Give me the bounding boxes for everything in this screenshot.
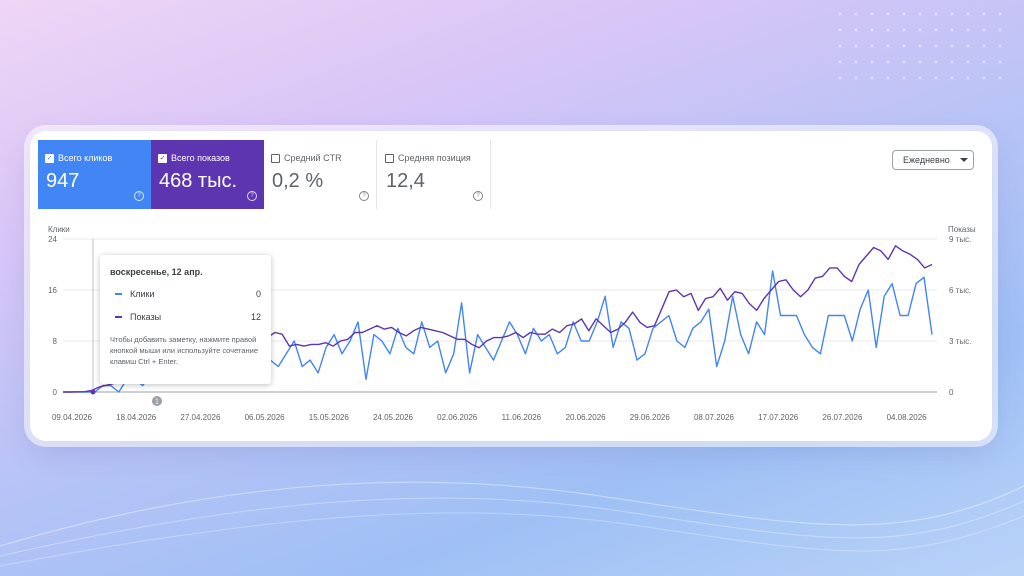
y-tick-left: 8 [53,337,58,346]
tooltip-row-label: Показы [130,312,162,322]
tooltip-row-impressions: Показы 12 [115,312,261,322]
x-tick: 27.04.2026 [180,413,221,422]
x-tick: 02.06.2026 [437,413,478,422]
tooltip-row-value: 0 [255,289,261,299]
x-tick: 20.06.2026 [566,413,607,422]
y-tick-right: 9 тыс. [949,235,971,244]
performance-card: ✓ Всего кликов 947 ? ✓ Всего показов 468… [30,131,992,441]
x-tick: 11.06.2026 [502,413,542,422]
x-tick: 29.06.2026 [630,413,671,422]
y-tick-right: 3 тыс. [949,337,971,346]
chart-tooltip: воскресенье, 12 апр. Клики 0 Показы 12 Ч… [100,255,271,384]
series-swatch [115,316,122,318]
y-tick-left: 24 [48,235,57,244]
x-tick: 09.04.2026 [52,413,93,422]
y-tick-right: 0 [949,388,954,397]
series-swatch [115,293,122,295]
x-tick: 26.07.2026 [822,413,863,422]
tooltip-row-value: 12 [250,312,261,322]
x-tick: 06.05.2026 [245,413,286,422]
tooltip-date: воскресенье, 12 апр. [110,267,203,277]
y-tick-left: 16 [48,286,57,295]
x-axis-ticks: 09.04.2026 18.04.2026 27.04.2026 06.05.2026… [52,413,927,422]
x-tick: 15.05.2026 [309,413,350,422]
y-axis-left-ticks: 24 16 8 0 [48,235,57,397]
y-tick-right: 6 тыс. [949,286,971,295]
annotation-marker-label: 1 [155,399,159,406]
hover-point [90,389,96,395]
y-axis-right-label: Показы [948,225,976,234]
tooltip-row-clicks: Клики 0 [115,289,261,299]
x-tick: 24.05.2026 [373,413,414,422]
tooltip-row-label: Клики [130,289,155,299]
x-tick: 17.07.2026 [758,413,799,422]
x-tick: 18.04.2026 [116,413,157,422]
annotation-marker[interactable]: 1 [152,396,162,406]
x-tick: 04.08.2026 [887,413,928,422]
x-tick: 08.07.2026 [694,413,735,422]
decorative-wave [0,481,1024,567]
decorative-dot-grid [832,6,1002,86]
tooltip-note: Чтобы добавить заметку, нажмите правой к… [110,335,259,366]
y-axis-left-label: Клики [48,225,70,234]
y-tick-left: 0 [53,388,58,397]
y-axis-right-ticks: 9 тыс. 6 тыс. 3 тыс. 0 [949,235,971,397]
